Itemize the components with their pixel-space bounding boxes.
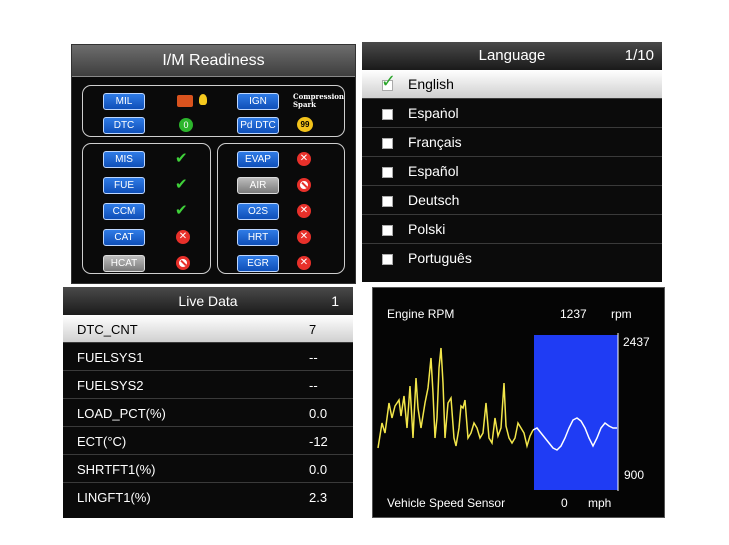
check-icon: ✔ [175, 176, 188, 193]
live-data-row[interactable]: LINGFT1(%) 2.3 [63, 483, 353, 511]
pid-value: 2.3 [309, 490, 328, 505]
live-data-title: Live Data [178, 293, 238, 309]
language-page-indicator: 1/10 [624, 47, 654, 64]
pid-name: ECT(°C) [77, 434, 127, 449]
rpm-graph-svg [377, 333, 619, 491]
x-icon: ✕ [176, 230, 190, 244]
ccm-button[interactable]: CCM [103, 203, 145, 220]
pid-name: SHRTFT1(%) [77, 462, 156, 477]
im-top-box: MIL IGN Compression Spark DTC 0 Pd DTC 9… [82, 85, 345, 137]
live-data-row[interactable]: SHRTFT1(%) 0.0 [63, 455, 353, 483]
x-icon: ✕ [297, 204, 311, 218]
ign-button[interactable]: IGN [237, 93, 279, 110]
language-option-english[interactable]: ✓ English [362, 70, 662, 99]
checkbox-icon[interactable] [382, 138, 393, 149]
hrt-button[interactable]: HRT [237, 229, 279, 246]
graph-footer-name: Vehicle Speed Sensor [387, 496, 506, 510]
bulb-icon [199, 94, 207, 105]
egr-button[interactable]: EGR [237, 255, 279, 272]
language-option-label: Espaṅol [408, 105, 459, 121]
checkmark-icon: ✓ [381, 71, 397, 91]
pid-name: FUELSYS2 [77, 378, 144, 393]
language-option-label: Polski [408, 221, 446, 237]
checkbox-icon[interactable] [382, 254, 393, 265]
pid-value: 0.0 [309, 462, 328, 477]
checkbox-icon[interactable] [382, 196, 393, 207]
im-right-monitor-box: EVAP ✕ AIR O2S ✕ HRT ✕ EGR ✕ [217, 143, 345, 274]
pid-name: FUELSYS1 [77, 350, 144, 365]
im-readiness-title: I/M Readiness [72, 45, 355, 77]
live-data-row[interactable]: DTC_CNT 7 [63, 315, 353, 343]
pd-dtc-button[interactable]: Pd DTC [237, 117, 279, 134]
language-option-label: Português [408, 250, 472, 266]
cat-button[interactable]: CAT [103, 229, 145, 246]
o2s-button[interactable]: O2S [237, 203, 279, 220]
dtc-count-badge: 0 [179, 118, 193, 132]
language-option-portugues[interactable]: Português [362, 244, 662, 273]
x-icon: ✕ [297, 230, 311, 244]
language-option-espanol-2[interactable]: Español [362, 157, 662, 186]
graph-pid-unit: rpm [611, 307, 632, 321]
language-title: Language [478, 47, 546, 64]
fue-button[interactable]: FUE [103, 177, 145, 194]
language-panel: Language 1/10 ✓ English Espaṅol Français… [362, 42, 662, 282]
pid-name: DTC_CNT [77, 322, 138, 337]
live-data-row[interactable]: FUELSYS1 -- [63, 343, 353, 371]
pid-value: 0.0 [309, 406, 328, 421]
mis-button[interactable]: MIS [103, 151, 145, 168]
pid-value: -12 [309, 434, 328, 449]
live-data-panel: Live Data 1 DTC_CNT 7 FUELSYS1 -- FUELSY… [63, 287, 353, 518]
graph-pid-name: Engine RPM [387, 307, 455, 321]
live-data-row[interactable]: FUELSYS2 -- [63, 371, 353, 399]
pd-dtc-count-badge: 99 [297, 117, 313, 132]
live-data-row[interactable]: LOAD_PCT(%) 0.0 [63, 399, 353, 427]
hcat-button[interactable]: HCAT [103, 255, 145, 272]
language-option-polski[interactable]: Polski [362, 215, 662, 244]
rpm-trace-before [377, 347, 534, 449]
check-icon: ✔ [175, 202, 188, 219]
graph-pid-value: 1237 [560, 307, 587, 321]
mil-button[interactable]: MIL [103, 93, 145, 110]
graph-y-max: 2437 [623, 335, 650, 349]
x-icon: ✕ [297, 256, 311, 270]
graph-footer-value: 0 [561, 496, 568, 510]
engine-rpm-graph-panel: Engine RPM 1237 rpm 2437 900 Vehicle Spe… [372, 287, 665, 518]
evap-button[interactable]: EVAP [237, 151, 279, 168]
not-supported-icon [297, 178, 311, 192]
language-option-label: English [408, 76, 454, 92]
graph-y-min: 900 [624, 468, 645, 482]
pid-name: LOAD_PCT(%) [77, 406, 166, 421]
language-option-label: Français [408, 134, 462, 150]
engine-warning-icon [177, 95, 193, 107]
language-header: Language 1/10 [362, 42, 662, 70]
language-option-deutsch[interactable]: Deutsch [362, 186, 662, 215]
ign-type-text: Compression Spark [293, 93, 344, 109]
language-option-francais[interactable]: Français [362, 128, 662, 157]
pid-value: -- [309, 378, 318, 393]
language-option-espanol-1[interactable]: Espaṅol [362, 99, 662, 128]
not-supported-icon [176, 256, 190, 270]
pid-value: 7 [309, 322, 317, 337]
checkbox-icon[interactable] [382, 109, 393, 120]
dtc-button[interactable]: DTC [103, 117, 145, 134]
pid-name: LINGFT1(%) [77, 490, 151, 505]
graph-footer-unit: mph [588, 496, 612, 510]
checkbox-icon[interactable] [382, 225, 393, 236]
language-option-label: Español [408, 163, 459, 179]
im-readiness-panel: I/M Readiness MIL IGN Compression Spark … [71, 44, 356, 284]
live-data-row[interactable]: ECT(°C) -12 [63, 427, 353, 455]
checkbox-icon[interactable] [382, 167, 393, 178]
graph-highlight-region [534, 335, 618, 490]
ign-type-line2: Spark [293, 100, 317, 109]
language-option-label: Deutsch [408, 192, 460, 208]
pid-value: -- [309, 350, 318, 365]
im-left-monitor-box: MIS ✔ FUE ✔ CCM ✔ CAT ✕ HCAT [82, 143, 211, 274]
check-icon: ✔ [175, 150, 188, 167]
live-data-page-indicator: 1 [331, 293, 339, 309]
air-button[interactable]: AIR [237, 177, 279, 194]
x-icon: ✕ [297, 152, 311, 166]
live-data-header: Live Data 1 [63, 287, 353, 315]
